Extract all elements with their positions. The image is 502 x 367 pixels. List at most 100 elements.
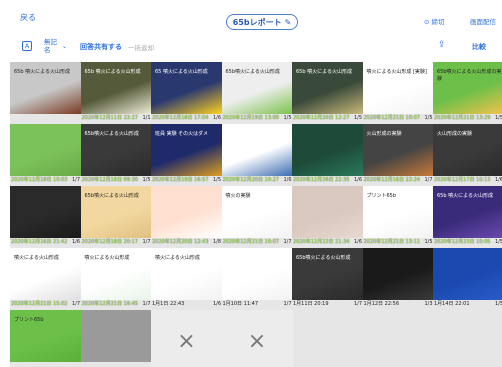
- submission-card[interactable]: [80, 310, 152, 367]
- submission-caption: 2020年12月18日 10:03 1/7: [10, 175, 81, 184]
- submission-card[interactable]: 65b噴火による火山形成 2020年12月18日 09:30 1/5: [80, 124, 152, 186]
- submission-card[interactable]: 65b 噴火による火山形成 2020年12月23日 10:05 1/5: [433, 186, 502, 248]
- submission-date: 1月10日 11:47: [222, 301, 259, 307]
- page-count: 1/7: [283, 238, 292, 245]
- submission-card[interactable]: 2020年12月26日 22:35 1/6: [292, 124, 363, 186]
- submission-card[interactable]: 65b噴火による火山形成の実験 2020年12月21日 13:29 1/5: [433, 62, 502, 124]
- submission-date: 2020年12月23日 10:05: [434, 239, 491, 245]
- submission-card[interactable]: 2020年12月20日 10:27 1/6: [221, 124, 293, 186]
- page-count: 1/7: [353, 300, 362, 307]
- submission-card[interactable]: 噴火による火山形成 2020年12月21日 15:02 1/7: [10, 248, 81, 310]
- submission-caption: 2020年12月18日 09:30 1/5: [81, 175, 152, 184]
- pencil-icon: ✎: [284, 17, 292, 27]
- submission-date: 2020年12月20日 10:27: [222, 177, 279, 183]
- page-count: 1/7: [71, 300, 80, 307]
- submission-caption: 1月1日 22:43 1/6: [151, 299, 222, 308]
- bulk-return-button[interactable]: 一括返却: [128, 42, 154, 52]
- thumbnail-title: プリント65b: [14, 317, 44, 323]
- submission-thumbnail: [362, 248, 434, 300]
- submission-date: 1月14日 22:01: [434, 301, 470, 307]
- screen-distribute-button[interactable]: 画面配信: [470, 16, 496, 26]
- submission-caption: 1月11日 20:19 1/7: [292, 299, 363, 308]
- page-count: 1/6: [212, 300, 221, 307]
- submission-card[interactable]: 65b 噴火による火山形成 2020年12月11日 22:27 1/1: [80, 62, 152, 124]
- thumbnail-title: プリント65b: [366, 193, 397, 199]
- anonymous-toggle[interactable]: 無記 名: [44, 38, 57, 54]
- submission-date: 2020年12月18日 09:30: [81, 177, 138, 183]
- submission-card[interactable]: 火山形成の実験 2020年12月16日 22:24 1/7: [362, 124, 434, 186]
- submission-card[interactable]: 噴火の実験 2020年12月21日 10:07 1/7: [221, 186, 293, 248]
- anonymous-label-line2: 名: [44, 46, 51, 54]
- submission-thumbnail: [433, 248, 502, 300]
- submission-card[interactable]: 65b噴火による火山形成 1月11日 20:19 1/7: [292, 248, 363, 310]
- submission-card[interactable]: ×: [151, 310, 222, 367]
- submission-card[interactable]: 65b噴火による火山形成 2020年12月18日 20:17 1/7: [80, 186, 152, 248]
- submission-card[interactable]: 1月10日 11:47 1/7: [221, 248, 293, 310]
- text-size-icon[interactable]: A: [22, 41, 32, 51]
- share-icon[interactable]: ⇪: [438, 40, 446, 50]
- submission-caption: 2020年12月26日 22:35 1/6: [292, 175, 363, 184]
- submission-card[interactable]: 2020年12月18日 10:03 1/7: [10, 124, 81, 186]
- page-count: 1/1: [142, 114, 151, 121]
- submission-date: 2020年12月20日 12:43: [152, 239, 209, 245]
- submission-thumbnail: [292, 124, 363, 176]
- submission-caption: 2020年12月21日 10:07 1/7: [222, 237, 293, 246]
- submission-card[interactable]: 火山形成の実験 2020年12月17日 10:13 1/6: [433, 124, 502, 186]
- submission-caption: 2020年12月18日 20:17 1/7: [81, 237, 152, 246]
- thumbnail-title: 65b噴火による火山形成: [84, 193, 139, 199]
- submission-date: 2020年12月22日 21:34: [293, 239, 350, 245]
- report-title-button[interactable]: 65bレポート ✎: [226, 14, 298, 30]
- submission-card[interactable]: 2020年12月16日 21:42 1/6: [10, 186, 81, 248]
- submission-caption: 2020年12月23日 10:05 1/5: [433, 237, 502, 246]
- submission-date: 2020年12月18日 17:04: [152, 115, 209, 121]
- thumbnail-title: 班員 実験 その火はダメ: [155, 131, 209, 137]
- chevron-down-icon[interactable]: ⌄: [62, 43, 67, 50]
- submission-card[interactable]: プリント65b: [10, 310, 81, 367]
- thumbnail-title: 65b 噴火による火山形成: [84, 69, 141, 75]
- submission-card[interactable]: ×: [221, 310, 293, 367]
- page-count: 1/7: [424, 176, 433, 183]
- submission-caption: 2020年12月18日 17:04 1/6: [151, 113, 222, 122]
- page-count: 1/5: [494, 300, 502, 307]
- submission-card[interactable]: 65 噴火による火山形成 2020年12月18日 17:04 1/6: [151, 62, 222, 124]
- share-answers-button[interactable]: 回答共有する: [80, 42, 122, 52]
- submission-card[interactable]: 噴火による火山形成 [実験] 2020年12月21日 10:07 1/5: [362, 62, 434, 124]
- thumbnail-title: 65b 噴火による火山形成: [437, 193, 493, 199]
- thumbnail-title: 噴火による火山形成: [14, 255, 59, 261]
- page-count: 1/6: [353, 238, 362, 245]
- submission-card[interactable]: 65b 噴火による火山形成 2020年12月20日 12:27 1/5: [292, 62, 363, 124]
- submission-caption: 2020年12月16日 22:24 1/7: [363, 175, 434, 184]
- submission-caption: 2020年12月21日 10:07 1/5: [363, 113, 434, 122]
- submission-caption: 2020年12月20日 10:27 1/6: [222, 175, 293, 184]
- submission-card[interactable]: 噴火による火山形成 1月1日 22:43 1/6: [151, 248, 222, 310]
- submission-date: 2020年12月16日 22:24: [363, 177, 420, 183]
- submission-card[interactable]: 65b噴火による火山形成 2020年12月19日 13:00 1/5: [221, 62, 293, 124]
- thumbnail-title: 噴火による火山形成: [155, 255, 200, 261]
- submission-grid: 65b 噴火による火山形成 65b 噴火による火山形成 2020年12月11日 22…: [10, 62, 502, 367]
- empty-slot-icon: ×: [247, 328, 267, 354]
- submission-card[interactable]: 2020年12月20日 12:43 1/8: [151, 186, 222, 248]
- page-count: 1/6: [353, 176, 362, 183]
- thumbnail-title: 65b 噴火による火山形成: [14, 69, 70, 75]
- page-count: 1/5: [283, 114, 292, 121]
- submission-date: 2020年12月20日 12:27: [293, 115, 350, 121]
- page-count: 1/5: [494, 238, 502, 245]
- submission-card[interactable]: 1月12日 22:56 1/3: [362, 248, 434, 310]
- submission-card[interactable]: 班員 実験 その火はダメ 2020年12月19日 16:57 1/5: [151, 124, 222, 186]
- deadline-button[interactable]: ⊙ 締切: [424, 16, 445, 26]
- page-count: 1/5: [212, 176, 221, 183]
- submission-card[interactable]: 2020年12月22日 21:34 1/6: [292, 186, 363, 248]
- page-count: 1/5: [424, 238, 433, 245]
- submission-card[interactable]: 噴火による火山形成 2020年12月21日 16:45 1/7: [80, 248, 152, 310]
- page-count: 1/7: [142, 238, 151, 245]
- anonymous-label-line1: 無記: [44, 38, 57, 46]
- submission-date: 1月1日 22:43: [152, 301, 185, 307]
- submission-thumbnail: [151, 186, 222, 238]
- compare-button[interactable]: 比較: [472, 42, 486, 52]
- thumbnail-title: 65b 噴火による火山形成: [296, 69, 352, 75]
- submission-card[interactable]: プリント65b 2020年12月21日 13:11 1/5: [362, 186, 434, 248]
- page-count: 1/5: [142, 176, 151, 183]
- submission-card[interactable]: 1月14日 22:01 1/5: [433, 248, 502, 310]
- back-button[interactable]: 戻る: [20, 12, 36, 23]
- submission-card[interactable]: 65b 噴火による火山形成: [10, 62, 81, 124]
